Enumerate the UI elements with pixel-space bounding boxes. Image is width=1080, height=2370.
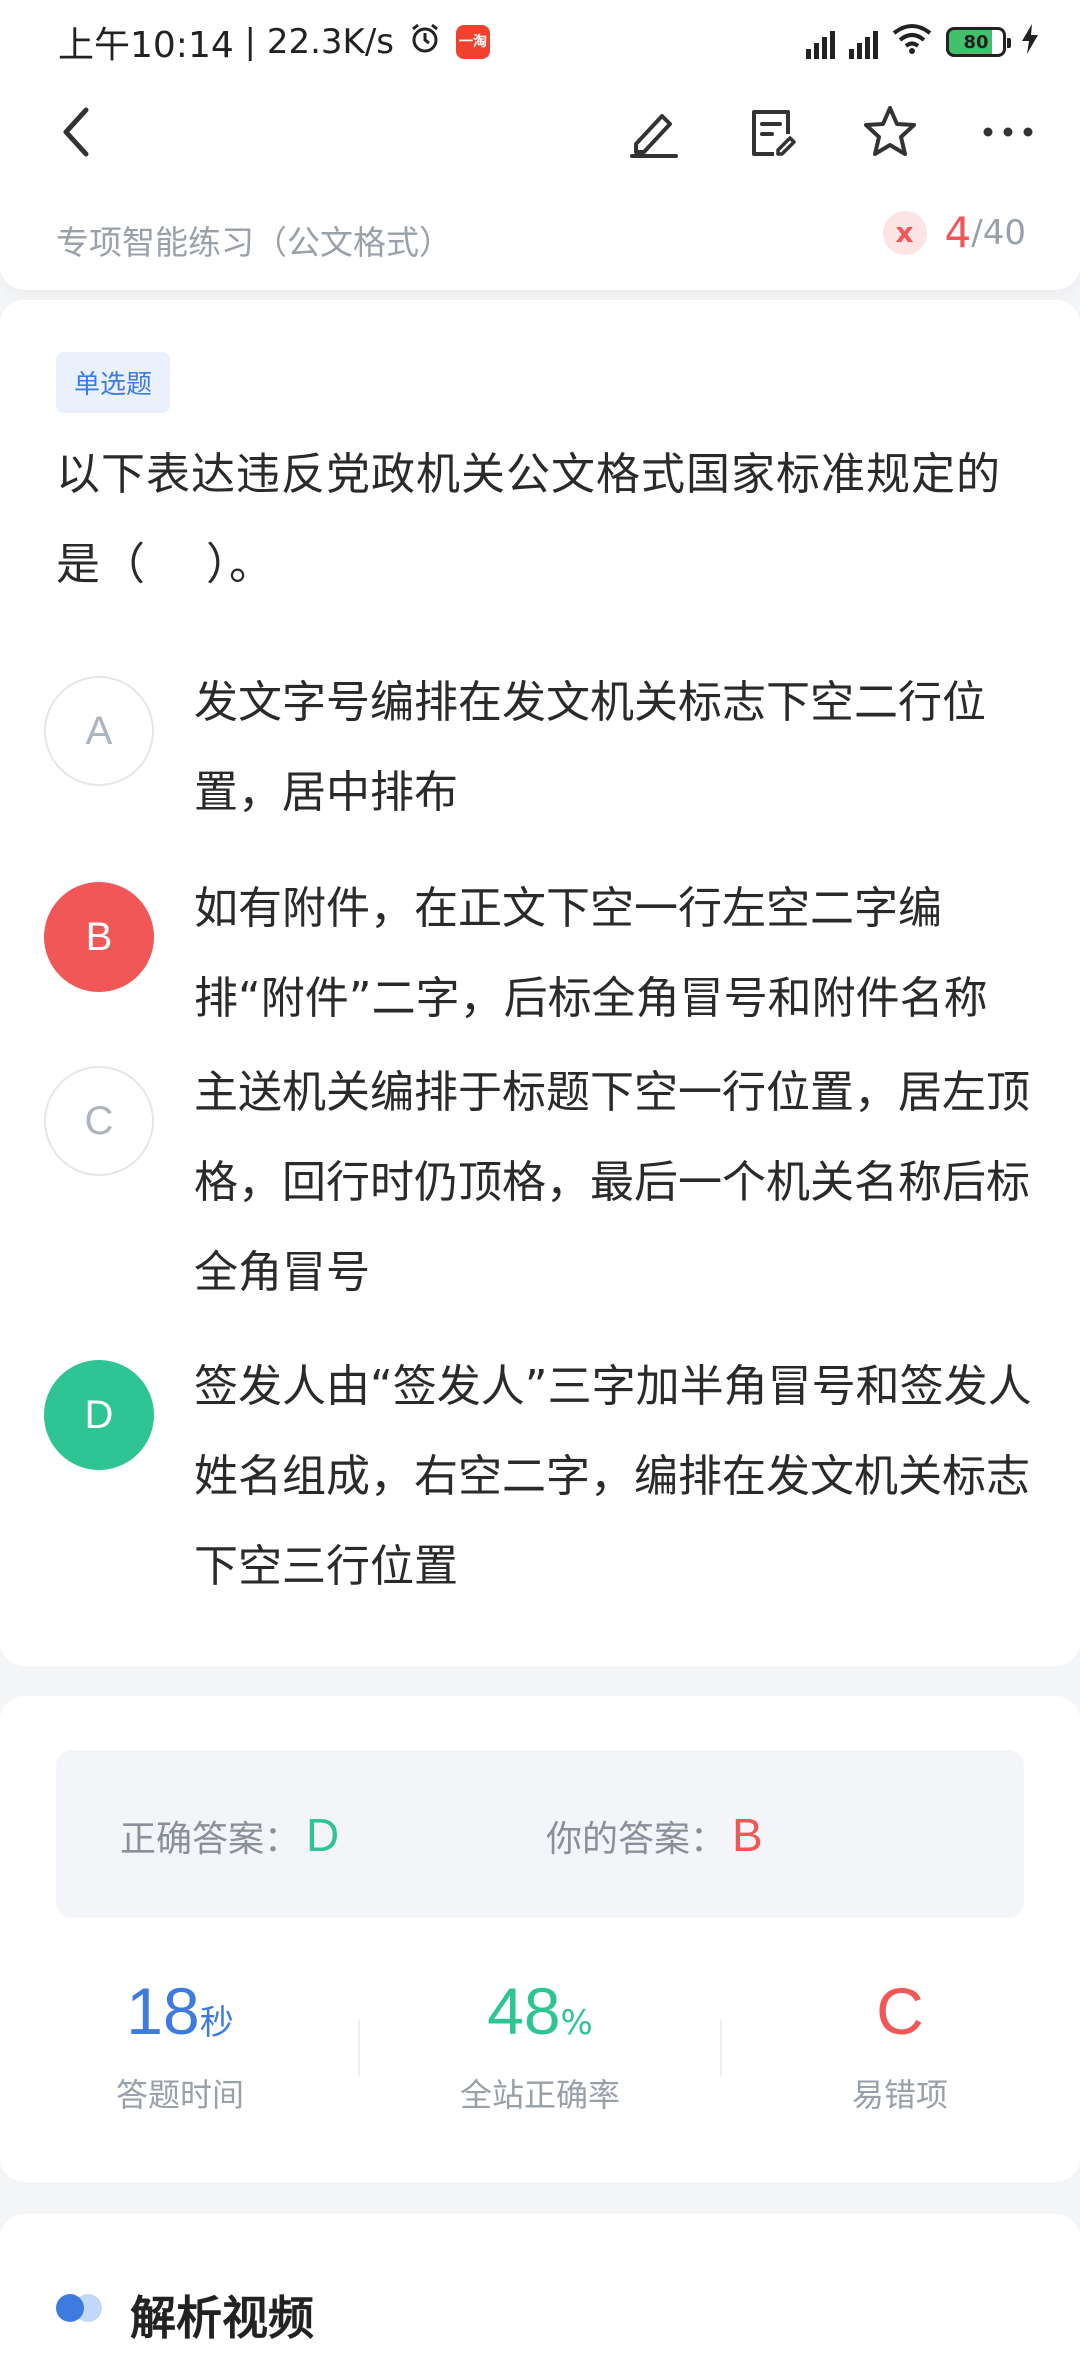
rate-label: 全站正确率: [459, 2076, 620, 2114]
answer-summary: 正确答案： D 你的答案： B: [56, 1750, 1024, 1918]
stat-correct-rate: 48% 全站正确率: [360, 1966, 720, 2116]
battery-icon: 80: [946, 27, 1011, 57]
option-letter: C: [44, 1066, 154, 1176]
status-right: 80: [806, 23, 1040, 62]
analysis-video-card[interactable]: 解析视频: [0, 2214, 1080, 2370]
edit-button[interactable]: [622, 100, 686, 164]
question-stem: 以下表达违反党政机关公文格式国家标准规定的是（ ）。: [56, 449, 1001, 590]
stat-answer-time: 18秒 答题时间: [0, 1966, 360, 2116]
status-bar: 上午10:14 | 22.3K/s 一淘 80: [0, 0, 1080, 84]
option-text: 如有附件，在正文下空一行左空二字编排“附件”二字，后标全角冒号和附件名称: [194, 883, 988, 1024]
your-answer: 你的答案： B: [546, 1808, 763, 1862]
status-divider: |: [233, 22, 267, 62]
nav-bar: [0, 84, 1080, 180]
correct-answer-value: D: [306, 1809, 340, 1861]
signal-icon-2: [849, 25, 878, 59]
rate-unit: %: [560, 2003, 593, 2043]
section-marker-icon: [56, 2294, 102, 2322]
note-icon: [752, 110, 796, 156]
progress-total: 40: [982, 212, 1026, 253]
option-text: 签发人由“签发人”三字加半角冒号和签发人姓名组成，右空二字，编排在发文机关标志下…: [194, 1361, 1032, 1592]
time-value: 18: [126, 1974, 200, 2048]
option-letter: D: [44, 1360, 154, 1470]
star-icon: [864, 106, 916, 156]
pencil-icon: [630, 114, 678, 158]
notes-button[interactable]: [740, 100, 804, 164]
option-letter: A: [44, 676, 154, 786]
status-time: 上午10:14: [58, 25, 234, 66]
favorite-button[interactable]: [858, 100, 922, 164]
status-left: 上午10:14 | 22.3K/s 一淘: [58, 16, 490, 68]
stat-common-error: C 易错项: [720, 1966, 1080, 2116]
progress-separator: /: [971, 212, 983, 253]
charging-icon: [1020, 23, 1040, 61]
your-answer-value: B: [732, 1809, 763, 1861]
option-text: 主送机关编排于标题下空一行位置，居左顶格，回行时仍顶格，最后一个机关名称后标全角…: [194, 1067, 1030, 1298]
time-label: 答题时间: [115, 2076, 244, 2114]
error-value: C: [876, 1974, 924, 2048]
error-label: 易错项: [851, 2076, 948, 2114]
network-speed: 22.3K/s: [266, 22, 394, 62]
time-unit: 秒: [199, 2003, 234, 2043]
option-letter: B: [44, 882, 154, 992]
chevron-left-icon: [63, 107, 89, 157]
question-progress[interactable]: x 4 / 40: [882, 208, 1026, 257]
question-type-badge: 单选题: [56, 352, 171, 413]
app-notification-icon: 一淘: [456, 25, 490, 59]
alarm-icon: [408, 21, 442, 64]
wrong-mark-icon: x: [882, 210, 927, 255]
practice-title: 专项智能练习（公文格式）: [56, 223, 452, 262]
more-dots-icon: [983, 127, 1033, 137]
more-button[interactable]: [976, 100, 1040, 164]
question-card: 单选题 以下表达违反党政机关公文格式国家标准规定的是（ ）。 A 发文字号编排在…: [0, 300, 1080, 1666]
signal-icon: [806, 25, 835, 59]
answer-card: 正确答案： D 你的答案： B 18秒 答题时间 48% 全站正确率 C 易错项: [0, 1696, 1080, 2182]
your-answer-label: 你的答案：: [546, 1819, 727, 1860]
progress-current: 4: [944, 208, 972, 257]
answer-stats: 18秒 答题时间 48% 全站正确率 C 易错项: [0, 1966, 1080, 2146]
rate-value: 48: [487, 1974, 561, 2048]
correct-answer: 正确答案： D: [120, 1808, 339, 1862]
analysis-video-title: 解析视频: [130, 2291, 314, 2345]
option-text: 发文字号编排在发文机关标志下空二行位置，居中排布: [194, 677, 986, 818]
correct-answer-label: 正确答案：: [120, 1819, 301, 1860]
back-button[interactable]: [46, 100, 110, 164]
practice-header: 专项智能练习（公文格式） x 4 / 40: [0, 180, 1080, 290]
wifi-icon: [892, 23, 932, 62]
